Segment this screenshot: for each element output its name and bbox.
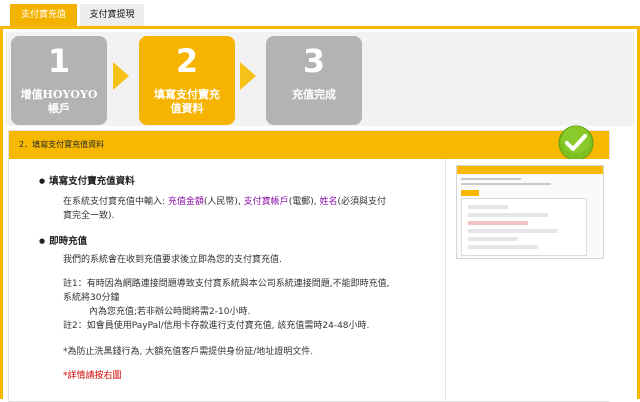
step-2-label-line2: 值資料 bbox=[170, 102, 204, 115]
note-1: 註1：有時因為網路連接問題導致支付寶系統與本公司系統連接問題,不能即時充值, 系… bbox=[63, 277, 453, 319]
text-prefix: 在系統支付寶充值中輸入: bbox=[63, 197, 168, 207]
preview-field bbox=[468, 221, 528, 225]
step-3-label-line1: 充值完成 bbox=[292, 88, 336, 101]
note-1-line1: 註1：有時因為網路連接問題導致支付寶系統與本公司系統連接問題,不能即時充值, bbox=[63, 279, 390, 289]
name-link[interactable]: 姓名 bbox=[319, 197, 337, 207]
preview-line bbox=[461, 178, 521, 180]
preview-field bbox=[468, 213, 548, 217]
note-1-line3: 內為您充值;若非辦公時間將需2-10小時. bbox=[89, 307, 251, 317]
step-3-number: 3 bbox=[302, 42, 326, 80]
bullet-fill-info-title: 填寫支付寶充值資料 bbox=[39, 173, 135, 187]
steps-strip: 1 增值HOYOYO 帳戶 2 填寫支付寶充 值資料 3 充值完成 bbox=[6, 32, 634, 126]
screenshot-preview-image[interactable] bbox=[456, 165, 604, 259]
step-1-label-line2: 帳戶 bbox=[48, 102, 70, 115]
bullet-instant-title: 即時充值 bbox=[39, 233, 87, 247]
preview-line bbox=[461, 183, 551, 185]
section-header: 2．填寫支付寶充值資料 bbox=[9, 131, 609, 159]
step-3: 3 充值完成 bbox=[266, 36, 362, 125]
text-email: (電郵), bbox=[288, 197, 320, 207]
tab-alipay-withdraw[interactable]: 支付寶提現 bbox=[80, 4, 144, 26]
section-title: 2．填寫支付寶充值資料 bbox=[19, 140, 105, 149]
tab-bar: 支付寶充值 支付寶提現 bbox=[0, 0, 640, 27]
tab-alipay-deposit[interactable]: 支付寶充值 bbox=[10, 4, 77, 26]
step-1: 1 增值HOYOYO 帳戶 bbox=[11, 36, 107, 125]
preview-field bbox=[468, 205, 508, 209]
text-suffix: (必須與支付 bbox=[337, 197, 386, 207]
preview-field bbox=[468, 245, 538, 249]
screenshot-thumbnail[interactable] bbox=[445, 159, 610, 401]
bullet-fill-info-text: 在系統支付寶充值中輸入: 充值金額(人民幣), 支付寶帳戶(電郵), 姓名(必須… bbox=[63, 195, 453, 223]
content-panel: 2．填寫支付寶充值資料 填寫支付寶充值資料 在系統支付寶充值中輸入: 充值金額(… bbox=[8, 125, 610, 402]
step-2-label: 填寫支付寶充 值資料 bbox=[139, 88, 235, 116]
step-1-label-line1: 增值HOYOYO bbox=[20, 88, 98, 101]
text-line2: 寶完全一致). bbox=[63, 211, 115, 221]
preview-form bbox=[461, 198, 587, 256]
preview-tab bbox=[461, 190, 479, 196]
preview-field bbox=[468, 237, 518, 241]
bullet-instant-text: 我們的系統會在收到充值要求後立即為您的支付寶充值. bbox=[63, 255, 282, 265]
note-1-line2: 系統將30分鐘 bbox=[63, 293, 120, 303]
step-2-number: 2 bbox=[175, 42, 199, 80]
step-3-label: 充值完成 bbox=[266, 88, 362, 102]
step-1-label: 增值HOYOYO 帳戶 bbox=[11, 88, 107, 116]
step-2-label-line1: 填寫支付寶充 bbox=[154, 88, 220, 101]
text-rmb: (人民幣), bbox=[203, 197, 244, 207]
main-frame: 1 增值HOYOYO 帳戶 2 填寫支付寶充 值資料 3 充值完成 2．填寫支付… bbox=[0, 26, 640, 402]
step-2: 2 填寫支付寶充 值資料 bbox=[139, 36, 235, 125]
warning-text: *為防止洗黑錢行為, 大額充值客戶需提供身份証/地址證明文件. bbox=[63, 347, 314, 357]
chevron-right-icon bbox=[240, 62, 256, 90]
chevron-right-icon bbox=[113, 62, 129, 90]
preview-header-bar bbox=[457, 166, 603, 174]
amount-link[interactable]: 充值金額 bbox=[168, 197, 204, 207]
detail-link[interactable]: *詳情請按右圖 bbox=[63, 369, 453, 383]
preview-field bbox=[468, 229, 558, 233]
alipay-account-link[interactable]: 支付寶帳戶 bbox=[244, 197, 289, 207]
note-2: 註2：如會員使用PayPal/信用卡存款進行支付寶充值, 該充值需時24-48小… bbox=[63, 321, 370, 331]
step-1-number: 1 bbox=[47, 42, 71, 80]
check-circle-icon bbox=[558, 125, 594, 161]
